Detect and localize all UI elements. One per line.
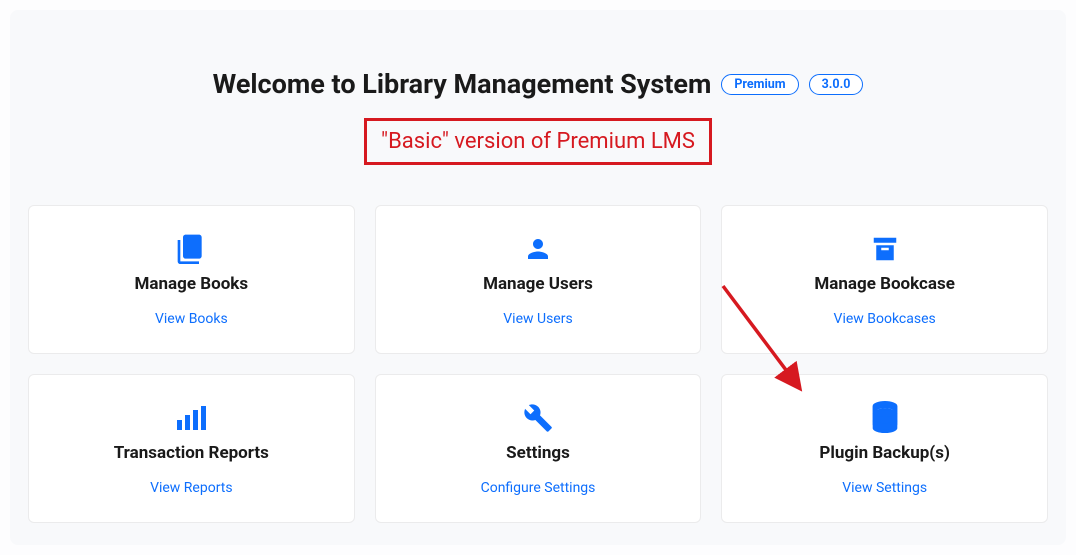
- page-title: Welcome to Library Management System: [213, 68, 712, 100]
- view-users-link[interactable]: View Users: [503, 311, 572, 327]
- view-settings-link[interactable]: View Settings: [842, 480, 927, 496]
- subtitle-highlight-box: "Basic" version of Premium LMS: [364, 118, 712, 165]
- card-transaction-reports: Transaction Reports View Reports: [28, 374, 355, 523]
- view-reports-link[interactable]: View Reports: [150, 480, 233, 496]
- header-section: Welcome to Library Management System Pre…: [28, 28, 1048, 185]
- view-bookcases-link[interactable]: View Bookcases: [834, 311, 936, 327]
- card-manage-bookcase: Manage Bookcase View Bookcases: [721, 205, 1048, 354]
- view-books-link[interactable]: View Books: [155, 311, 228, 327]
- card-title: Manage Users: [386, 274, 691, 294]
- cards-grid: Manage Books View Books Manage Users Vie…: [28, 205, 1048, 523]
- card-settings: Settings Configure Settings: [375, 374, 702, 523]
- subtitle-text: "Basic" version of Premium LMS: [381, 129, 695, 154]
- card-manage-users: Manage Users View Users: [375, 205, 702, 354]
- main-container: Welcome to Library Management System Pre…: [10, 10, 1066, 545]
- card-title: Transaction Reports: [39, 443, 344, 463]
- card-title: Settings: [386, 443, 691, 463]
- book-icon: [39, 228, 344, 264]
- card-title: Manage Bookcase: [732, 274, 1037, 294]
- configure-settings-link[interactable]: Configure Settings: [481, 480, 596, 496]
- user-icon: [386, 228, 691, 264]
- archive-icon: [732, 228, 1037, 264]
- card-manage-books: Manage Books View Books: [28, 205, 355, 354]
- premium-badge: Premium: [721, 74, 798, 95]
- wrench-icon: [386, 397, 691, 433]
- bar-chart-icon: [39, 397, 344, 433]
- card-title: Manage Books: [39, 274, 344, 294]
- version-badge: 3.0.0: [809, 74, 864, 95]
- title-row: Welcome to Library Management System Pre…: [28, 68, 1048, 100]
- card-title: Plugin Backup(s): [732, 443, 1037, 463]
- database-icon: [732, 397, 1037, 433]
- card-plugin-backup: Plugin Backup(s) View Settings: [721, 374, 1048, 523]
